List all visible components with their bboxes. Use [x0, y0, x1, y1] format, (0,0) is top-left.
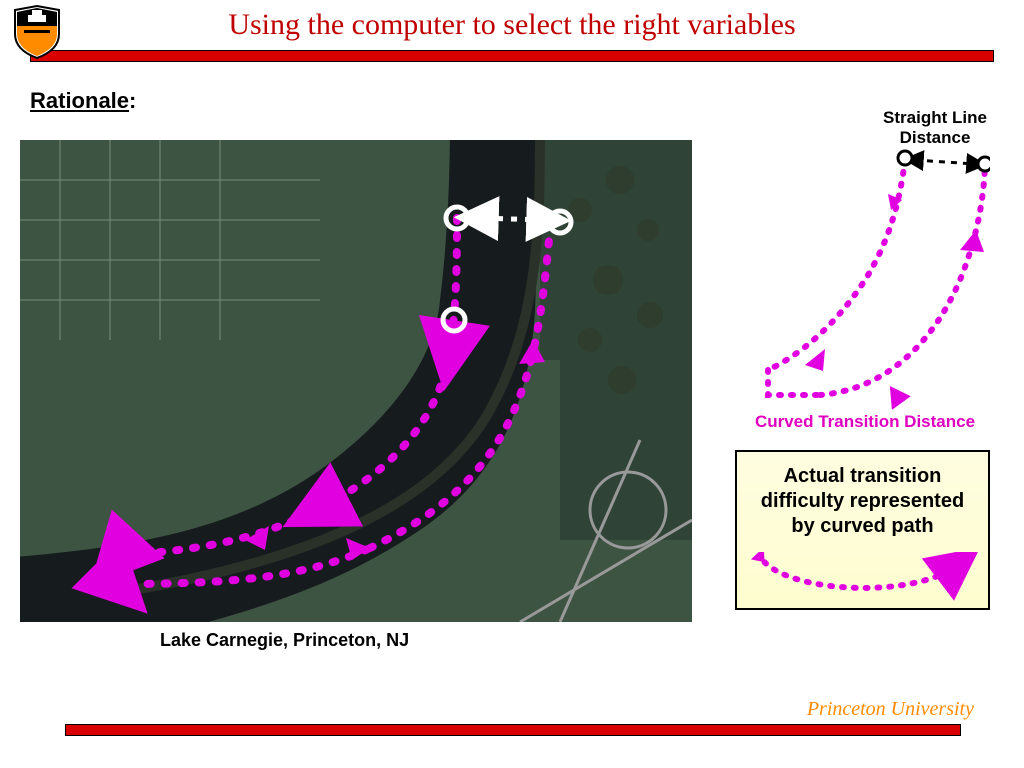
curved-distance-label: Curved Transition Distance — [730, 412, 1000, 432]
footer-university: Princeton University — [807, 698, 974, 721]
rationale-text: Rationale — [30, 88, 129, 113]
callout-box: Actual transition difficulty represented… — [735, 450, 990, 610]
map-caption: Lake Carnegie, Princeton, NJ — [160, 630, 409, 651]
callout-curve-icon — [737, 552, 988, 602]
rationale-colon: : — [129, 88, 136, 113]
princeton-shield-icon — [12, 4, 62, 60]
aerial-map — [20, 140, 692, 622]
concept-diagram — [750, 110, 990, 420]
slide-title: Using the computer to select the right v… — [0, 8, 1024, 42]
rationale-heading: Rationale: — [30, 88, 136, 114]
callout-text: Actual transition difficulty represented… — [737, 452, 988, 545]
route-overlay — [20, 140, 692, 622]
footer-divider — [65, 724, 961, 736]
header-divider — [30, 50, 994, 62]
